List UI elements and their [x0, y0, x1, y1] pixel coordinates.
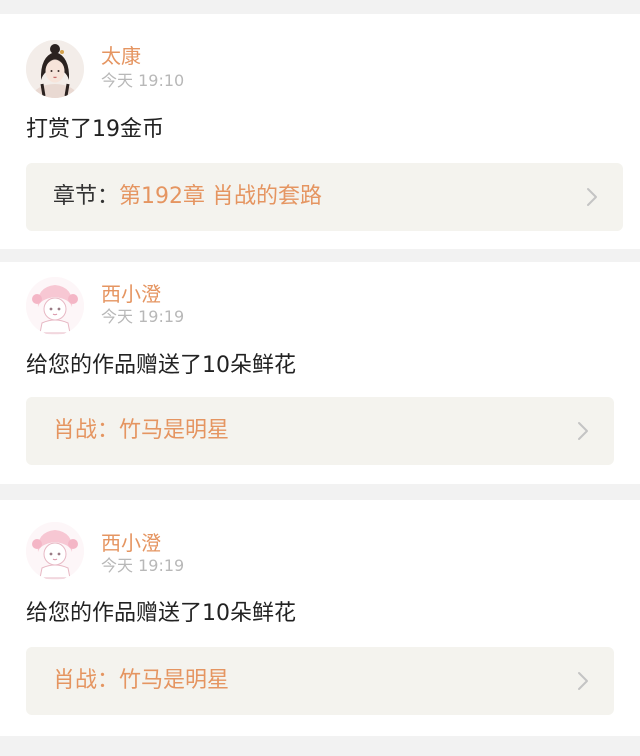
avatar-icon[interactable] — [26, 40, 84, 98]
notification-card: 西小澄 今天 19:19 给您的作品赠送了10朵鲜花 肖战：竹马是明星 — [0, 500, 640, 736]
chapter-link-text: 章节：第192章 肖战的套路 — [53, 183, 322, 211]
notification-message: 给您的作品赠送了10朵鲜花 — [26, 601, 296, 626]
chevron-right-icon — [578, 422, 588, 440]
notification-card: 西小澄 今天 19:19 给您的作品赠送了10朵鲜花 肖战：竹马是明星 — [0, 262, 640, 484]
timestamp: 今天 19:19 — [101, 556, 185, 575]
notification-card: 太康 今天 19:10 打赏了19金币 章节：第192章 肖战的套路 — [0, 14, 640, 249]
book-link[interactable]: 肖战：竹马是明星 — [26, 647, 614, 715]
notification-message: 给您的作品赠送了10朵鲜花 — [26, 353, 296, 378]
book-link-prefix: 肖战： — [53, 668, 120, 693]
username[interactable]: 太康 — [101, 44, 141, 68]
book-link[interactable]: 肖战：竹马是明星 — [26, 397, 614, 465]
book-link-title: 竹马是明星 — [119, 668, 230, 693]
timestamp: 今天 19:19 — [101, 307, 185, 326]
notification-message: 打赏了19金币 — [26, 117, 164, 142]
chapter-link[interactable]: 章节：第192章 肖战的套路 — [26, 163, 623, 231]
chapter-link-title: 第192章 肖战的套路 — [119, 184, 323, 209]
chevron-right-icon — [587, 188, 597, 206]
timestamp: 今天 19:10 — [101, 71, 185, 90]
book-link-title: 竹马是明星 — [119, 418, 230, 443]
chevron-right-icon — [578, 672, 588, 690]
avatar-icon[interactable] — [26, 277, 84, 335]
book-link-prefix: 肖战： — [53, 418, 120, 443]
book-link-text: 肖战：竹马是明星 — [53, 667, 229, 695]
avatar-icon[interactable] — [26, 522, 84, 580]
notification-feed: 太康 今天 19:10 打赏了19金币 章节：第192章 肖战的套路 西小澄 今… — [0, 0, 640, 756]
book-link-text: 肖战：竹马是明星 — [53, 417, 229, 445]
chapter-link-prefix: 章节： — [53, 184, 120, 209]
username[interactable]: 西小澄 — [101, 282, 161, 306]
username[interactable]: 西小澄 — [101, 531, 161, 555]
